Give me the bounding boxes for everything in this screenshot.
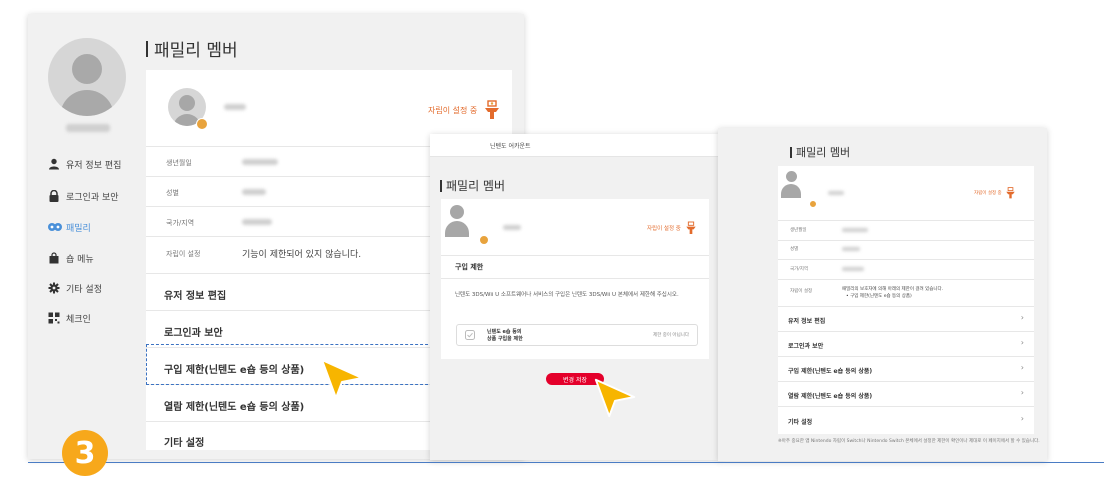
- page-title: 패밀리 멤버: [440, 177, 505, 194]
- menu-user-info[interactable]: 유저 정보 편집 ›: [778, 307, 1034, 332]
- profile-avatar: [48, 38, 126, 116]
- member-avatar: [441, 199, 473, 237]
- user-icon: [48, 158, 60, 170]
- member-name-blurred: [828, 191, 844, 195]
- parental-controls-link[interactable]: 자립이 설정 중: [647, 221, 697, 235]
- updated-family-member-panel: 패밀리 멤버 자립이 설정 중 생년월일 성별 국가/지역 자립이 설정 패밀리…: [718, 128, 1047, 461]
- parental-controls-link[interactable]: 자립이 설정 중: [428, 100, 501, 120]
- footnote: ※아주 중요한 앱 Nintendo 자립이 Switch나 Nintendo …: [778, 439, 1040, 444]
- profile-username-blurred: [66, 124, 110, 132]
- menu-other-settings[interactable]: 기타 설정 ›: [778, 407, 1034, 433]
- sidebar-item-other-settings[interactable]: 기타 설정: [48, 280, 102, 296]
- parental-controls-link[interactable]: 자립이 설정 중: [974, 187, 1016, 199]
- sidebar-item-label: 체크인: [66, 314, 91, 325]
- purchase-restriction-panel: 닌텐도 어카운트 패밀리 멤버 자립이 설정 중 구입 제한 닌텐도 3DS/W…: [430, 134, 720, 460]
- divider-line: [28, 462, 1104, 463]
- checkbox-icon: [465, 330, 475, 340]
- sidebar-item-label: 숍 메뉴: [66, 254, 94, 265]
- purchase-restriction-toggle[interactable]: 닌텐도 e숍 등의 상품 구입을 제한 제한 중이 아닙니다: [456, 324, 698, 346]
- page-title: 패밀리 멤버: [790, 144, 850, 160]
- menu-login-security[interactable]: 로그인과 보안 ›: [778, 332, 1034, 357]
- sidebar-item-shop-menu[interactable]: 숍 메뉴: [48, 250, 94, 266]
- parental-controls-icon: [1006, 187, 1015, 199]
- nintendo-account-header: 닌텐도 어카운트: [430, 134, 720, 157]
- sidebar-item-label: 기타 설정: [66, 284, 102, 295]
- pointer-cursor-icon: [594, 378, 636, 418]
- sidebar-item-login-security[interactable]: 로그인과 보안: [48, 188, 119, 204]
- purchase-restriction-description: 닌텐도 3DS/Wii U 소프트웨어나 서비스의 구입은 닌텐도 3DS/Wi…: [455, 292, 679, 298]
- shop-bag-icon: [48, 252, 60, 264]
- member-name-blurred: [503, 225, 521, 230]
- info-row-gender: 성별: [778, 240, 1034, 260]
- menu-purchase-restriction[interactable]: 구입 제한(닌텐도 e숍 등의 상품) ›: [778, 357, 1034, 382]
- info-row-birthdate: 생년월일: [778, 220, 1034, 241]
- section-header: 구입 제한: [441, 255, 709, 279]
- sidebar-item-label: 패밀리: [66, 223, 91, 234]
- member-name-blurred: [224, 104, 246, 110]
- member-badge-icon: [479, 235, 489, 245]
- chevron-right-icon: ›: [1020, 388, 1024, 397]
- parental-controls-icon: [686, 221, 696, 234]
- info-row-parental: 자립이 설정 패밀리의 보호자에 의해 아래의 제한이 걸려 있습니다. • 구…: [778, 280, 1034, 307]
- sidebar-item-user-info[interactable]: 유저 정보 편집: [48, 156, 121, 172]
- chevron-right-icon: ›: [1020, 338, 1024, 347]
- lock-icon: [48, 189, 60, 202]
- menu-browse-restriction[interactable]: 열람 제한(닌텐도 e숍 등의 상품) ›: [778, 382, 1034, 407]
- sidebar-item-family[interactable]: 패밀리: [48, 219, 91, 235]
- checkin-icon: [48, 312, 60, 324]
- member-badge-icon: [809, 200, 817, 208]
- parental-controls-icon: [485, 100, 500, 119]
- sidebar-item-checkin[interactable]: 체크인: [48, 310, 91, 326]
- member-badge-icon: [196, 118, 208, 130]
- sidebar-item-label: 유저 정보 편집: [66, 160, 122, 171]
- page-title: 패밀리 멤버: [146, 36, 238, 61]
- sidebar-item-label: 로그인과 보안: [66, 192, 119, 203]
- step-number-badge: 3: [62, 430, 108, 476]
- family-member-card: 자립이 설정 중 생년월일 성별 국가/지역 자립이 설정 패밀리의 보호자에 …: [778, 166, 1034, 434]
- chevron-right-icon: ›: [1020, 414, 1024, 423]
- info-row-country: 국가/지역: [778, 260, 1034, 280]
- family-icon: [48, 221, 62, 233]
- pointer-cursor-icon: [321, 359, 363, 399]
- highlight-purchase-restriction: [146, 344, 443, 385]
- chevron-right-icon: ›: [1020, 313, 1024, 322]
- member-avatar: [778, 166, 804, 198]
- chevron-right-icon: ›: [1020, 363, 1024, 372]
- gear-icon: [48, 282, 60, 294]
